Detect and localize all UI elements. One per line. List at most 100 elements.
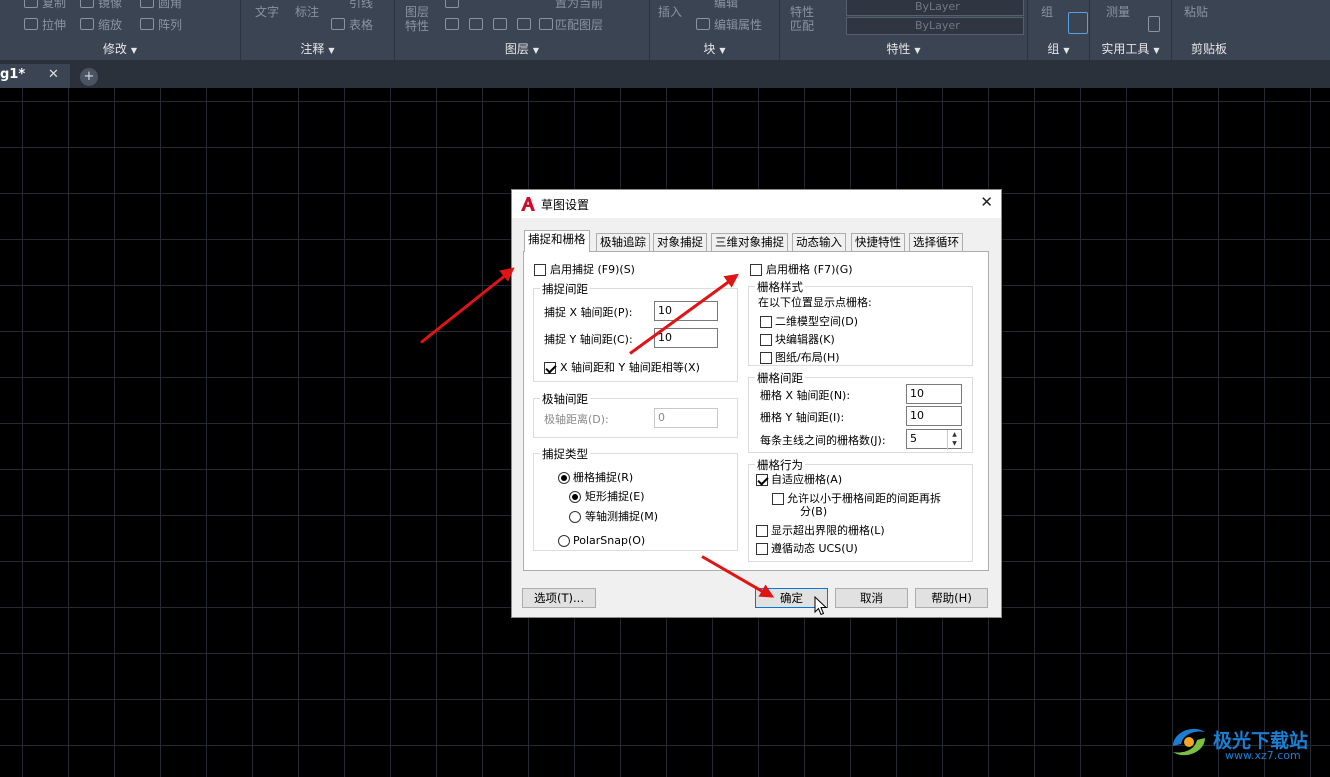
close-icon[interactable]: ✕	[980, 193, 993, 211]
major-line-input[interactable]: 5 ▲ ▼	[906, 429, 962, 450]
match-properties-button[interactable]: 特性匹配	[790, 5, 816, 33]
snap-y-input[interactable]: 10	[654, 328, 718, 348]
leader-button[interactable]: 引线	[349, 0, 373, 10]
annotate-panel-title[interactable]: 注释 ▼	[241, 40, 394, 57]
xy-equal-label: X 轴间距和 Y 轴间距相等(X)	[560, 361, 700, 374]
array-button[interactable]: 阵列	[158, 18, 182, 32]
adaptive-grid-checkbox[interactable]	[756, 474, 768, 486]
snap-type-title: 捕捉类型	[540, 446, 590, 462]
tab-selection-cycling[interactable]: 选择循环	[909, 233, 963, 251]
utilities-panel-title[interactable]: 实用工具 ▼	[1090, 40, 1171, 57]
polar-snap-radio[interactable]	[558, 535, 570, 547]
match-layer-icon[interactable]	[539, 18, 553, 30]
edit-attributes-button[interactable]: 编辑属性	[714, 18, 762, 32]
watermark-logo-icon	[1173, 728, 1205, 756]
cancel-button[interactable]: 取消	[835, 588, 908, 608]
stretch-icon[interactable]	[24, 18, 38, 30]
polar-distance-input[interactable]: 0	[654, 408, 718, 428]
insert-button[interactable]: 插入	[658, 5, 682, 19]
grid-y-input[interactable]: 10	[906, 406, 962, 426]
set-current-button[interactable]: 置为当前	[555, 0, 603, 10]
group-select-icon[interactable]	[1068, 12, 1088, 34]
table-button[interactable]: 表格	[349, 18, 373, 32]
tab-3d-object-snap[interactable]: 三维对象捕捉	[711, 233, 788, 251]
edit-attributes-icon[interactable]	[696, 18, 710, 30]
tab-polar-tracking[interactable]: 极轴追踪	[596, 233, 650, 251]
tab-dynamic-input[interactable]: 动态输入	[792, 233, 846, 251]
xy-equal-checkbox[interactable]	[544, 362, 556, 374]
follow-ucs-label: 遵循动态 UCS(U)	[771, 542, 858, 555]
scale-icon[interactable]	[80, 18, 94, 30]
properties-panel-title[interactable]: 特性 ▼	[780, 40, 1027, 57]
layer-lock-icon[interactable]	[493, 18, 507, 30]
grid-block-editor-label: 块编辑器(K)	[775, 333, 835, 346]
modify-panel: 复制 镜像 圆角 拉伸 缩放 阵列 修改 ▼	[0, 0, 241, 60]
follow-ucs-checkbox[interactable]	[756, 543, 768, 555]
snap-spacing-title: 捕捉间距	[540, 281, 590, 297]
linetype-dropdown[interactable]: ByLayer	[846, 0, 1024, 16]
allow-subdivide-checkbox[interactable]	[772, 493, 784, 505]
array-icon[interactable]	[140, 18, 154, 30]
dialog-title: 草图设置	[541, 198, 590, 212]
major-line-spinner[interactable]: ▲ ▼	[947, 430, 961, 450]
document-tab[interactable]: g1*	[0, 64, 70, 88]
grid-on-checkbox[interactable]	[750, 264, 762, 276]
grid-paper-layout-checkbox[interactable]	[760, 352, 772, 364]
block-panel-title[interactable]: 块 ▼	[650, 40, 779, 57]
groups-panel-title[interactable]: 组 ▼	[1028, 40, 1089, 57]
watermark-url: www.xz7.com	[1225, 749, 1301, 762]
match-layer-button[interactable]: 匹配图层	[555, 18, 603, 32]
drafting-settings-dialog: 草图设置 ✕ 捕捉和栅格 极轴追踪 对象捕捉 三维对象捕捉 动态输入 快捷特性 …	[511, 189, 1002, 618]
measure-button[interactable]: 测量	[1106, 5, 1130, 19]
grid-snap-radio[interactable]	[558, 472, 570, 484]
grid-block-editor-checkbox[interactable]	[760, 334, 772, 346]
tab-object-snap[interactable]: 对象捕捉	[653, 233, 707, 251]
polar-snap-label: PolarSnap(O)	[573, 534, 646, 547]
edit-block-button[interactable]: 编辑	[714, 0, 738, 10]
clipboard-panel-title: 剪贴板	[1190, 42, 1227, 56]
display-beyond-limits-checkbox[interactable]	[756, 525, 768, 537]
modify-panel-title[interactable]: 修改 ▼	[0, 40, 240, 57]
layer-state-icon[interactable]	[445, 0, 459, 8]
layers-panel-title[interactable]: 图层 ▼	[395, 40, 649, 57]
mirror-icon[interactable]	[80, 0, 94, 8]
isometric-snap-radio[interactable]	[569, 511, 581, 523]
new-tab-button[interactable]: +	[80, 68, 98, 86]
mirror-button[interactable]: 镜像	[98, 0, 122, 10]
group-button[interactable]: 组	[1041, 5, 1053, 19]
grid-style-title: 栅格样式	[755, 279, 805, 295]
major-line-value: 5	[910, 432, 917, 445]
text-button[interactable]: 文字	[255, 5, 279, 19]
dialog-titlebar[interactable]: 草图设置 ✕	[512, 190, 1001, 218]
allow-subdivide-label-1: 允许以小于栅格间距的间距再拆	[787, 492, 941, 505]
table-icon[interactable]	[331, 18, 345, 30]
snap-on-checkbox[interactable]	[534, 264, 546, 276]
tab-snap-and-grid[interactable]: 捕捉和栅格	[524, 230, 590, 252]
stretch-button[interactable]: 拉伸	[42, 18, 66, 32]
copy-button[interactable]: 复制	[42, 0, 66, 10]
close-tab-icon[interactable]: ✕	[48, 64, 59, 86]
scale-button[interactable]: 缩放	[98, 18, 122, 32]
lineweight-dropdown[interactable]: ByLayer	[846, 17, 1024, 35]
layer-freeze-icon[interactable]	[469, 18, 483, 30]
paste-button[interactable]: 粘贴	[1184, 5, 1208, 19]
grid-snap-label: 栅格捕捉(R)	[573, 471, 634, 484]
grid-x-input[interactable]: 10	[906, 384, 962, 404]
calculator-icon[interactable]	[1148, 16, 1160, 32]
fillet-icon[interactable]	[140, 0, 154, 8]
copy-icon[interactable]	[24, 0, 38, 8]
spin-up-icon[interactable]: ▲	[948, 430, 961, 439]
spin-down-icon[interactable]: ▼	[948, 439, 961, 448]
layer-properties-button[interactable]: 图层特性	[405, 5, 435, 33]
dimension-button[interactable]: 标注	[295, 5, 319, 19]
grid-model-space-label: 二维模型空间(D)	[775, 315, 859, 328]
layer-off-icon[interactable]	[445, 18, 459, 30]
rectangular-snap-radio[interactable]	[569, 491, 581, 503]
options-button[interactable]: 选项(T)...	[522, 588, 596, 608]
layers-panel: 图层特性 置为当前 匹配图层 图层 ▼	[395, 0, 650, 60]
help-button[interactable]: 帮助(H)	[915, 588, 988, 608]
fillet-button[interactable]: 圆角	[158, 0, 182, 10]
layer-isolate-icon[interactable]	[517, 18, 531, 30]
grid-model-space-checkbox[interactable]	[760, 316, 772, 328]
tab-quick-properties[interactable]: 快捷特性	[851, 233, 905, 251]
